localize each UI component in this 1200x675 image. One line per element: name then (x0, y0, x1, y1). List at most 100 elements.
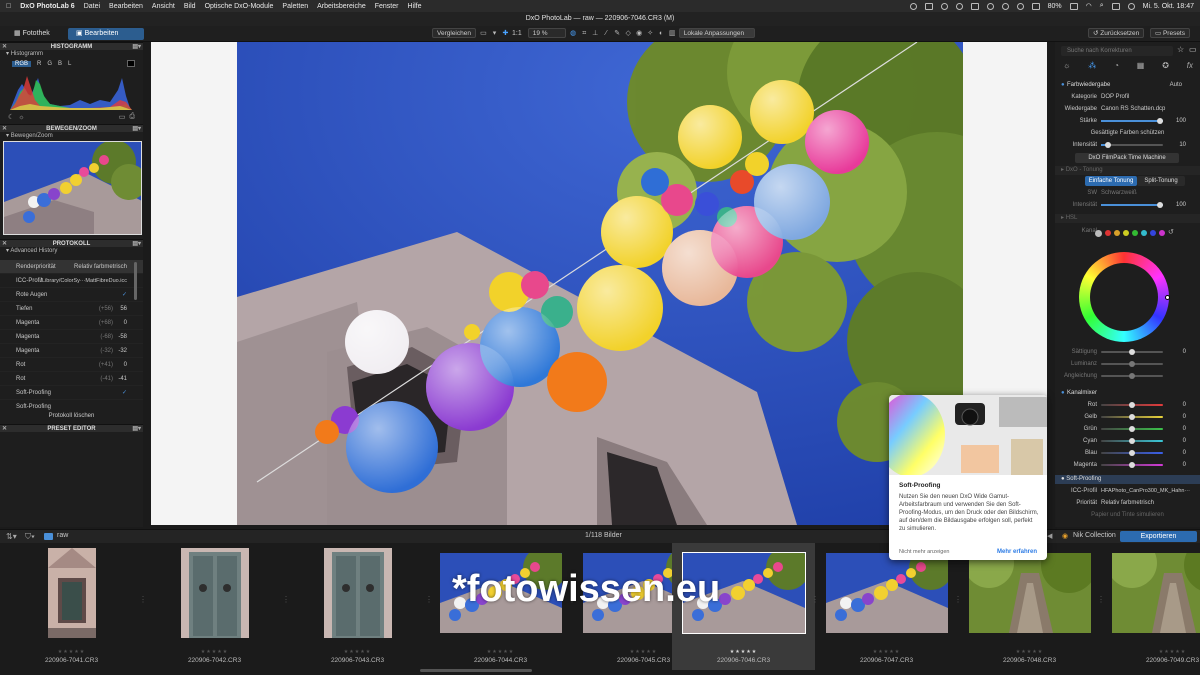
battery-icon[interactable] (1069, 2, 1078, 10)
clear-history-button[interactable]: Protokoll löschen (0, 410, 143, 422)
history-item[interactable]: Rot (-41) -41 (0, 372, 143, 386)
channel-b[interactable]: B (58, 61, 62, 67)
monitor-icon[interactable]: ▭ (119, 113, 126, 121)
history-scrollbar[interactable] (134, 262, 137, 300)
compare-button[interactable]: Vergleichen (432, 28, 476, 38)
paper-ink-checkbox[interactable]: Papier und Tinte simulieren (1055, 510, 1200, 520)
light-icon[interactable]: ☼ (1063, 61, 1070, 70)
toning-intensity-slider[interactable] (1101, 202, 1163, 208)
swatch-blue[interactable] (1150, 230, 1156, 236)
clipping-icon[interactable] (127, 60, 135, 67)
close-icon[interactable]: ✕ (2, 125, 7, 133)
horizon-icon[interactable]: ⊥ (591, 29, 600, 38)
star-icon[interactable]: ☆ (1177, 45, 1184, 54)
priority-select[interactable]: Relativ farbmetrisch (1101, 498, 1154, 508)
mixer-value[interactable]: 0 (1183, 400, 1186, 410)
nik-collection-button[interactable]: Nik Collection (1073, 532, 1116, 539)
dont-show-again-link[interactable]: Nicht mehr anzeigen (899, 549, 949, 555)
panel-menu-icon[interactable]: ▤▾ (132, 43, 141, 51)
tab-edit[interactable]: ▣ Bearbeiten (68, 28, 144, 40)
repair-icon[interactable]: ✧ (646, 29, 655, 38)
swatch-cyan[interactable] (1141, 230, 1147, 236)
filmstrip-thumbnail[interactable]: ★★★★★220906-7049.CR3⋮ (1101, 543, 1200, 670)
mixer-value[interactable]: 0 (1183, 424, 1186, 434)
eyedropper-icon[interactable]: ⁄ (602, 29, 611, 38)
status-icon-8[interactable] (1016, 2, 1024, 10)
move-zoom-header[interactable]: ✕ BEWEGEN/ZOOM ▤▾ (0, 124, 143, 132)
main-photo[interactable] (237, 42, 963, 525)
prev-arrow-icon[interactable]: ◀ (1047, 532, 1052, 540)
mixer-value[interactable]: 0 (1183, 436, 1186, 446)
toggle-icon[interactable]: ● (1061, 80, 1065, 90)
swatch-all[interactable] (1095, 229, 1102, 237)
section-soft-proofing[interactable]: ● Soft-Proofing (1055, 475, 1200, 484)
mixer-slider[interactable] (1101, 462, 1163, 468)
toning-intensity-value[interactable]: 100 (1176, 200, 1186, 210)
swatch-yellow[interactable] (1123, 230, 1129, 236)
geometry-icon[interactable]: ▦ (1137, 61, 1145, 70)
filmstrip-thumbnail[interactable]: ★★★★★ 220906-7047.CR3 ⋮ (815, 543, 962, 670)
status-icon-9[interactable] (1031, 2, 1040, 10)
history-item[interactable]: Magenta (+68) 0 (0, 316, 143, 330)
category-select[interactable]: DOP Profil (1101, 92, 1129, 102)
navigator-preview[interactable] (3, 141, 142, 235)
history-item[interactable]: Renderpriorität Relativ farbmetrisch (0, 260, 143, 274)
history-item[interactable]: ICC-Profil/Library/ColorSy···MattFibreDu… (0, 274, 143, 288)
control-center-icon[interactable] (1111, 2, 1120, 10)
section-color-rendering[interactable]: ● Farbwiedergabe Auto (1055, 80, 1200, 90)
tab-library[interactable]: ▦ Fotothek (6, 28, 58, 40)
mixer-slider[interactable] (1101, 402, 1163, 408)
panel-menu-icon[interactable]: ▤▾ (132, 425, 141, 433)
mixer-slider[interactable] (1101, 426, 1163, 432)
close-icon[interactable]: ✕ (2, 425, 7, 433)
close-icon[interactable]: ✕ (2, 240, 7, 248)
status-icon-1[interactable] (909, 2, 917, 10)
status-icon-3[interactable] (940, 2, 948, 10)
advanced-history-subheader[interactable]: ▾ Advanced History (0, 247, 143, 256)
history-item[interactable]: Tiefen (+56) 56 (0, 302, 143, 316)
color-icon[interactable]: ⁂ (1088, 61, 1096, 70)
star-rating[interactable]: ★★★★★ (429, 649, 572, 655)
bw-select[interactable]: Schwarzweiß (1101, 188, 1137, 198)
status-icon-2[interactable] (924, 2, 933, 10)
reset-icon[interactable]: ↺ (1168, 228, 1174, 238)
clock[interactable]: Mi. 5. Okt. 18:47 (1143, 3, 1194, 10)
status-icon-5[interactable] (970, 2, 979, 10)
status-icon-6[interactable] (986, 2, 994, 10)
crop-icon[interactable]: ⌗ (580, 29, 589, 38)
menu-file[interactable]: Datei (84, 3, 100, 10)
zoom-select[interactable]: 19 % (527, 28, 566, 38)
overlay-icon[interactable]: ▥ (668, 29, 677, 38)
siri-icon[interactable] (1127, 2, 1135, 10)
mixer-slider[interactable] (1101, 438, 1163, 444)
equalization-slider[interactable] (1101, 373, 1163, 379)
filmstrip-thumbnail[interactable]: ★★★★★ 220906-7041.CR3 ⋮ (0, 543, 147, 670)
swatch-orange[interactable] (1114, 230, 1120, 236)
filter-icon[interactable]: ⛉▾ (25, 532, 35, 542)
swatch-red[interactable] (1105, 230, 1111, 236)
section-channel-mixer[interactable]: ● Kanalmixer (1055, 388, 1200, 398)
sort-icon[interactable]: ⇅▾ (6, 532, 17, 541)
star-rating[interactable]: ★★★★★ (286, 649, 429, 655)
detail-icon[interactable]: ◔ (1114, 61, 1119, 70)
zoom-1-1[interactable]: 1:1 (512, 30, 522, 37)
history-item[interactable]: Soft-Proofing (0, 400, 143, 410)
rendering-select[interactable]: Canon RS Schatten.dcp (1101, 104, 1165, 114)
panel-menu-icon[interactable]: ▤▾ (132, 240, 141, 248)
saturation-slider[interactable] (1101, 349, 1163, 355)
printer-icon[interactable]: ⎙ (129, 113, 135, 121)
display-mode-icon[interactable]: ▭ (479, 29, 488, 38)
menu-window[interactable]: Fenster (375, 3, 399, 10)
status-icon-7[interactable] (1001, 2, 1009, 10)
channel-g[interactable]: G (47, 61, 52, 67)
move-zoom-subheader[interactable]: ▾ Bewegen/Zoom (0, 132, 143, 141)
star-rating[interactable]: ★★★★★ (672, 649, 815, 655)
wheel-handle[interactable] (1165, 295, 1170, 300)
swatch-magenta[interactable] (1159, 230, 1165, 236)
status-icon-4[interactable] (955, 2, 963, 10)
simple-toning-button[interactable]: Einfache Tonung (1085, 176, 1137, 186)
folder-icon[interactable]: ▭ (1189, 45, 1197, 54)
section-toning[interactable]: ▸ DxO - Tonung (1055, 166, 1200, 175)
icc-select[interactable]: HFAPhoto_CanPro300_MK_Hahn··· (1101, 486, 1190, 496)
export-button[interactable]: Exportieren (1120, 531, 1197, 542)
